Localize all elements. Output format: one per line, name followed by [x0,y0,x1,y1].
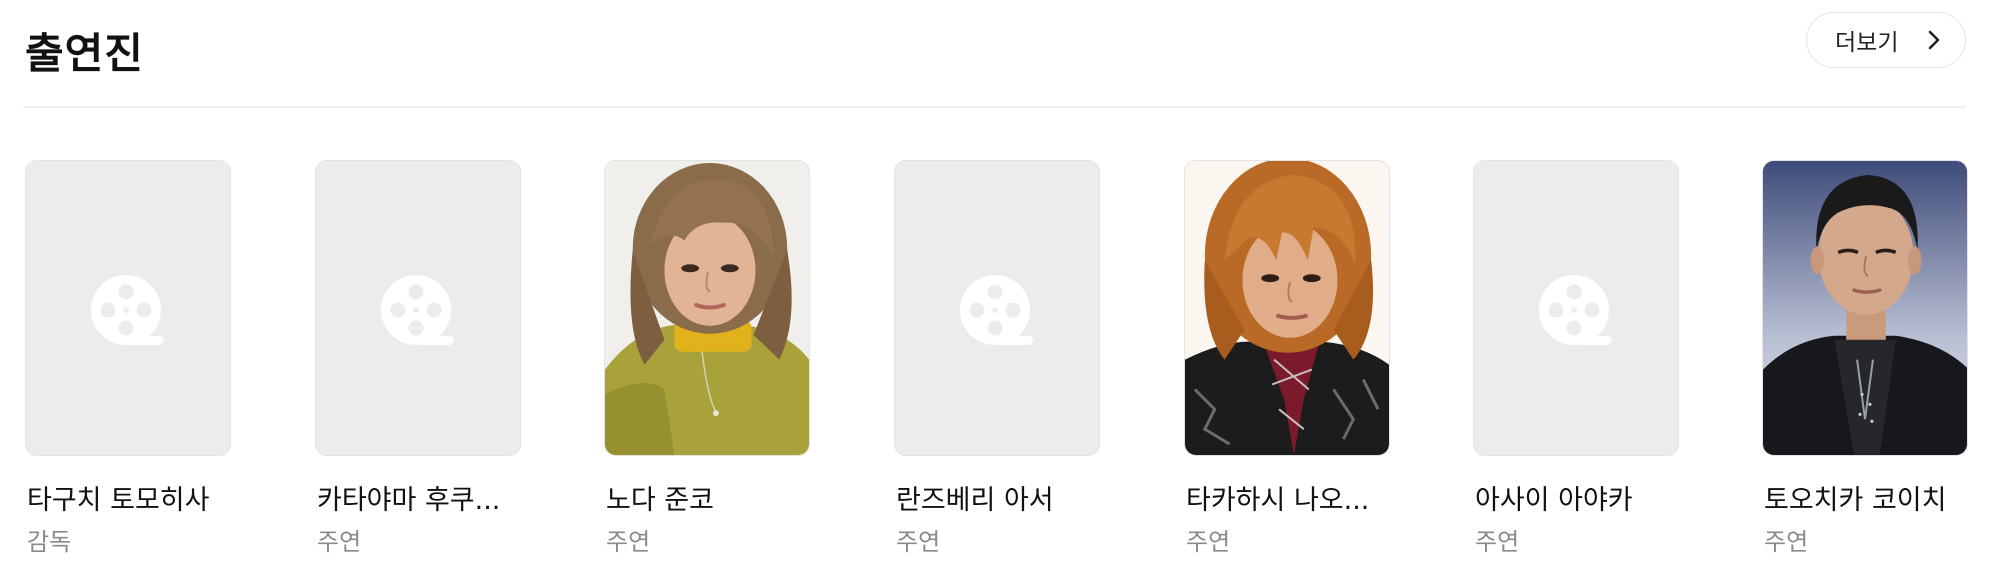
section-divider [23,106,1966,108]
cast-photo-placeholder[interactable] [25,160,231,456]
cast-role: 주연 [1764,528,1809,556]
more-button-label: 더보기 [1835,30,1899,56]
portrait-man-photo [1763,161,1967,455]
cast-role: 주연 [1475,528,1520,556]
portrait-young-man-photo [1185,161,1389,455]
cast-role: 주연 [317,528,362,556]
cast-section-header: 출연진 더보기 [0,0,1990,107]
cast-item[interactable]: 타카하시 나오... 주연 [1184,160,1390,556]
cast-photo[interactable] [604,160,810,456]
cast-item[interactable]: 노다 준코 주연 [604,160,810,556]
cast-photo[interactable] [1184,160,1390,456]
cast-role: 주연 [896,528,941,556]
film-reel-icon [91,275,164,345]
cast-role: 감독 [27,528,72,556]
cast-item[interactable]: 토오치카 코이치 주연 [1762,160,1968,556]
cast-name[interactable]: 아사이 아야카 [1475,478,1690,517]
cast-item[interactable]: 타구치 토모히사 감독 [25,160,231,556]
cast-item[interactable]: 아사이 아야카 주연 [1473,160,1679,556]
cast-photo-placeholder[interactable] [894,160,1100,456]
cast-photo-placeholder[interactable] [315,160,521,456]
cast-name[interactable]: 토오치카 코이치 [1764,478,1979,517]
cast-name[interactable]: 노다 준코 [606,478,821,517]
cast-name[interactable]: 타구치 토모히사 [27,478,242,517]
cast-name[interactable]: 타카하시 나오... [1186,478,1401,517]
cast-photo[interactable] [1762,160,1968,456]
film-reel-icon [1539,275,1612,345]
cast-role: 주연 [606,528,651,556]
film-reel-icon [381,275,454,345]
cast-role: 주연 [1186,528,1231,556]
chevron-right-icon [1928,30,1940,50]
more-button[interactable]: 더보기 [1806,12,1966,68]
cast-name[interactable]: 카타야마 후쿠... [317,478,532,517]
portrait-woman-photo [605,161,809,455]
section-title: 출연진 [25,29,144,78]
cast-name[interactable]: 란즈베리 아서 [896,478,1111,517]
film-reel-icon [960,275,1033,345]
cast-item[interactable]: 란즈베리 아서 주연 [894,160,1100,556]
cast-item[interactable]: 카타야마 후쿠... 주연 [315,160,521,556]
cast-photo-placeholder[interactable] [1473,160,1679,456]
